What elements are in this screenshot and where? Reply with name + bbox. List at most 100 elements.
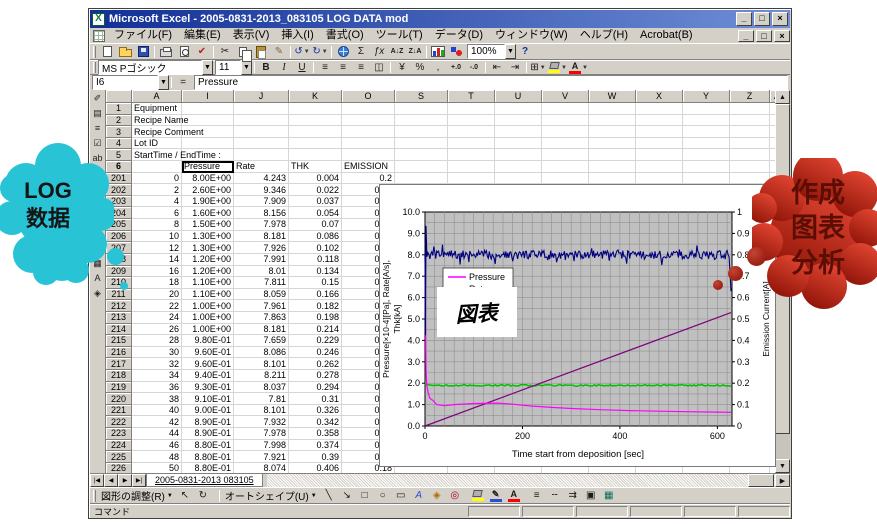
cell[interactable]: 38: [132, 393, 182, 405]
print-preview-button[interactable]: [175, 44, 193, 59]
restore-button[interactable]: □: [754, 12, 770, 26]
cell[interactable]: 0.004: [289, 173, 342, 185]
arrow-style-button[interactable]: ⇉: [564, 488, 582, 503]
cell[interactable]: 0.037: [289, 196, 342, 208]
cell[interactable]: 24: [132, 312, 182, 324]
cell[interactable]: [182, 115, 234, 127]
cell[interactable]: 12: [132, 242, 182, 254]
cell[interactable]: 7.811: [234, 277, 289, 289]
cell[interactable]: 8.101: [234, 358, 289, 370]
fill-color-button[interactable]: ▼: [547, 60, 568, 75]
properties-button[interactable]: ▤: [91, 106, 105, 120]
row-header-2[interactable]: 2: [106, 115, 132, 127]
cell[interactable]: 7.921: [234, 451, 289, 463]
cell[interactable]: [342, 126, 395, 138]
rectangle-button[interactable]: □: [356, 488, 374, 503]
cell[interactable]: THK: [289, 161, 342, 173]
cell[interactable]: 1.10E+00: [182, 277, 234, 289]
align-center-button[interactable]: ≡: [334, 60, 352, 75]
cell[interactable]: Recipe Comment: [132, 126, 182, 138]
name-box[interactable]: I6: [92, 75, 158, 90]
cell[interactable]: 7.81: [234, 393, 289, 405]
cell[interactable]: 26: [132, 324, 182, 336]
title-bar[interactable]: X Microsoft Excel - 2005-0831-2013_08310…: [90, 10, 790, 28]
cell[interactable]: 6: [132, 207, 182, 219]
cell[interactable]: 0.214: [289, 324, 342, 336]
scroll-down-icon[interactable]: ▼: [775, 459, 790, 473]
cell[interactable]: 8.00E+00: [182, 173, 234, 185]
cell[interactable]: [342, 115, 395, 127]
cell[interactable]: 9.30E-01: [182, 382, 234, 394]
cell[interactable]: [730, 115, 770, 127]
row-header-225[interactable]: 225: [106, 451, 132, 463]
new-button[interactable]: [98, 44, 116, 59]
menu-item-w[interactable]: ウィンドウ(W): [489, 28, 574, 43]
toolbar-grip[interactable]: [93, 62, 96, 72]
cell[interactable]: 0.31: [289, 393, 342, 405]
row-header-222[interactable]: 222: [106, 416, 132, 428]
cell[interactable]: [683, 138, 730, 150]
cell[interactable]: 1.20E+00: [182, 254, 234, 266]
cell[interactable]: 48: [132, 451, 182, 463]
cell[interactable]: [395, 126, 448, 138]
row-header-214[interactable]: 214: [106, 324, 132, 336]
increase-decimal-button[interactable]: +.0: [447, 60, 465, 75]
cell[interactable]: [448, 161, 495, 173]
column-header-V[interactable]: V: [542, 90, 589, 103]
cell[interactable]: 7.863: [234, 312, 289, 324]
row-header-213[interactable]: 213: [106, 312, 132, 324]
cell[interactable]: 0.102: [289, 242, 342, 254]
cell[interactable]: Lot ID: [132, 138, 182, 150]
cell[interactable]: 1.00E+00: [182, 324, 234, 336]
cell[interactable]: 14: [132, 254, 182, 266]
font-color-button[interactable]: A▼: [568, 60, 589, 75]
select-objects-button[interactable]: ↖: [176, 488, 194, 503]
toolbar-grip[interactable]: [93, 46, 96, 58]
cell[interactable]: 7.991: [234, 254, 289, 266]
cell[interactable]: [542, 161, 589, 173]
cell[interactable]: 8.90E-01: [182, 416, 234, 428]
menu-item-acrobatb[interactable]: Acrobat(B): [634, 28, 699, 43]
cell[interactable]: 8.211: [234, 370, 289, 382]
row-header-1[interactable]: 1: [106, 103, 132, 115]
cell[interactable]: 8.181: [234, 324, 289, 336]
cell[interactable]: [589, 126, 636, 138]
print-button[interactable]: [157, 44, 175, 59]
cell[interactable]: [448, 115, 495, 127]
cell[interactable]: [342, 149, 395, 161]
font-name-select[interactable]: MS Pゴシック: [98, 60, 202, 75]
cell[interactable]: 8.101: [234, 405, 289, 417]
open-button[interactable]: [116, 44, 134, 59]
cell[interactable]: [342, 103, 395, 115]
column-header-Y[interactable]: Y: [683, 90, 730, 103]
format-painter-button[interactable]: ✎: [270, 44, 288, 59]
cell[interactable]: 1.30E+00: [182, 231, 234, 243]
next-sheet-icon[interactable]: ▶: [118, 474, 132, 487]
cell[interactable]: [289, 138, 342, 150]
row-header-212[interactable]: 212: [106, 300, 132, 312]
cell[interactable]: 0.278: [289, 370, 342, 382]
row-header-216[interactable]: 216: [106, 347, 132, 359]
cell[interactable]: 0.246: [289, 347, 342, 359]
cell[interactable]: 7.659: [234, 335, 289, 347]
horizontal-scrollbar[interactable]: ▶: [267, 474, 790, 487]
cell[interactable]: [289, 103, 342, 115]
sheet-tab[interactable]: 2005-0831-2013 083105: [146, 474, 263, 487]
cell[interactable]: [683, 149, 730, 161]
free-rotate-button[interactable]: ↻: [194, 488, 212, 503]
cell[interactable]: 0.086: [289, 231, 342, 243]
menu-item-v[interactable]: 表示(V): [227, 28, 276, 43]
row-header-223[interactable]: 223: [106, 428, 132, 440]
cell[interactable]: [495, 103, 542, 115]
font-size-select[interactable]: 11: [215, 60, 241, 75]
zoom-select[interactable]: 100%: [467, 44, 505, 59]
cell[interactable]: 9.60E-01: [182, 347, 234, 359]
cell[interactable]: [448, 103, 495, 115]
scroll-right-icon[interactable]: ▶: [775, 474, 790, 487]
workbook-close-button[interactable]: ×: [774, 30, 790, 42]
chart-object[interactable]: 0.01.02.03.04.05.06.07.08.09.010.000.10.…: [379, 184, 776, 467]
cell[interactable]: 8.01: [234, 266, 289, 278]
cell[interactable]: [542, 149, 589, 161]
cell[interactable]: [395, 173, 448, 185]
cell[interactable]: 0.166: [289, 289, 342, 301]
